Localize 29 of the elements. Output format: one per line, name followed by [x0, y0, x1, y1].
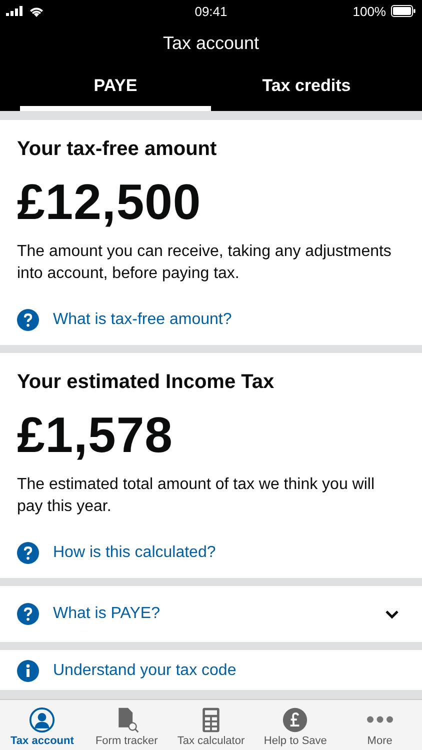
battery-icon [390, 5, 416, 17]
more-icon [366, 716, 393, 722]
description: The estimated total amount of tax we think you will pay this year. [17, 475, 376, 517]
amount: £12,500 [17, 173, 202, 231]
help-link[interactable]: What is tax-free amount? [53, 311, 232, 329]
help-icon [17, 542, 39, 564]
window-title: Tax account [162, 32, 260, 55]
person-icon [29, 706, 56, 732]
amount: £1,578 [17, 406, 174, 464]
tab-bar-item[interactable]: Tax account [0, 704, 84, 746]
tab-bar-item[interactable]: More [338, 704, 422, 746]
signal-icon [6, 6, 24, 16]
description: The amount you can receive, taking any adjustments into account, before paying tax. [17, 242, 392, 284]
help-link[interactable]: How is this calculated? [53, 544, 216, 562]
chevron-icon[interactable] [385, 610, 399, 618]
status-time: 09:41 [194, 4, 228, 18]
help-icon [17, 603, 39, 625]
tab-bar-item[interactable]: Tax calculator [168, 704, 254, 746]
tab-bar-item[interactable]: Form tracker [84, 704, 169, 746]
tab-bar-item[interactable]: Help to Save [253, 704, 338, 746]
tab[interactable]: PAYE [20, 66, 211, 111]
card-heading: Your estimated Income Tax [17, 371, 276, 394]
battery-percent: 100% [352, 4, 386, 18]
wifi-icon [29, 6, 44, 16]
card-heading: Your tax-free amount [17, 138, 218, 161]
info-icon [17, 660, 39, 682]
tab[interactable]: Tax credits [211, 66, 402, 111]
help-icon [17, 309, 39, 331]
pound-icon [282, 706, 308, 732]
